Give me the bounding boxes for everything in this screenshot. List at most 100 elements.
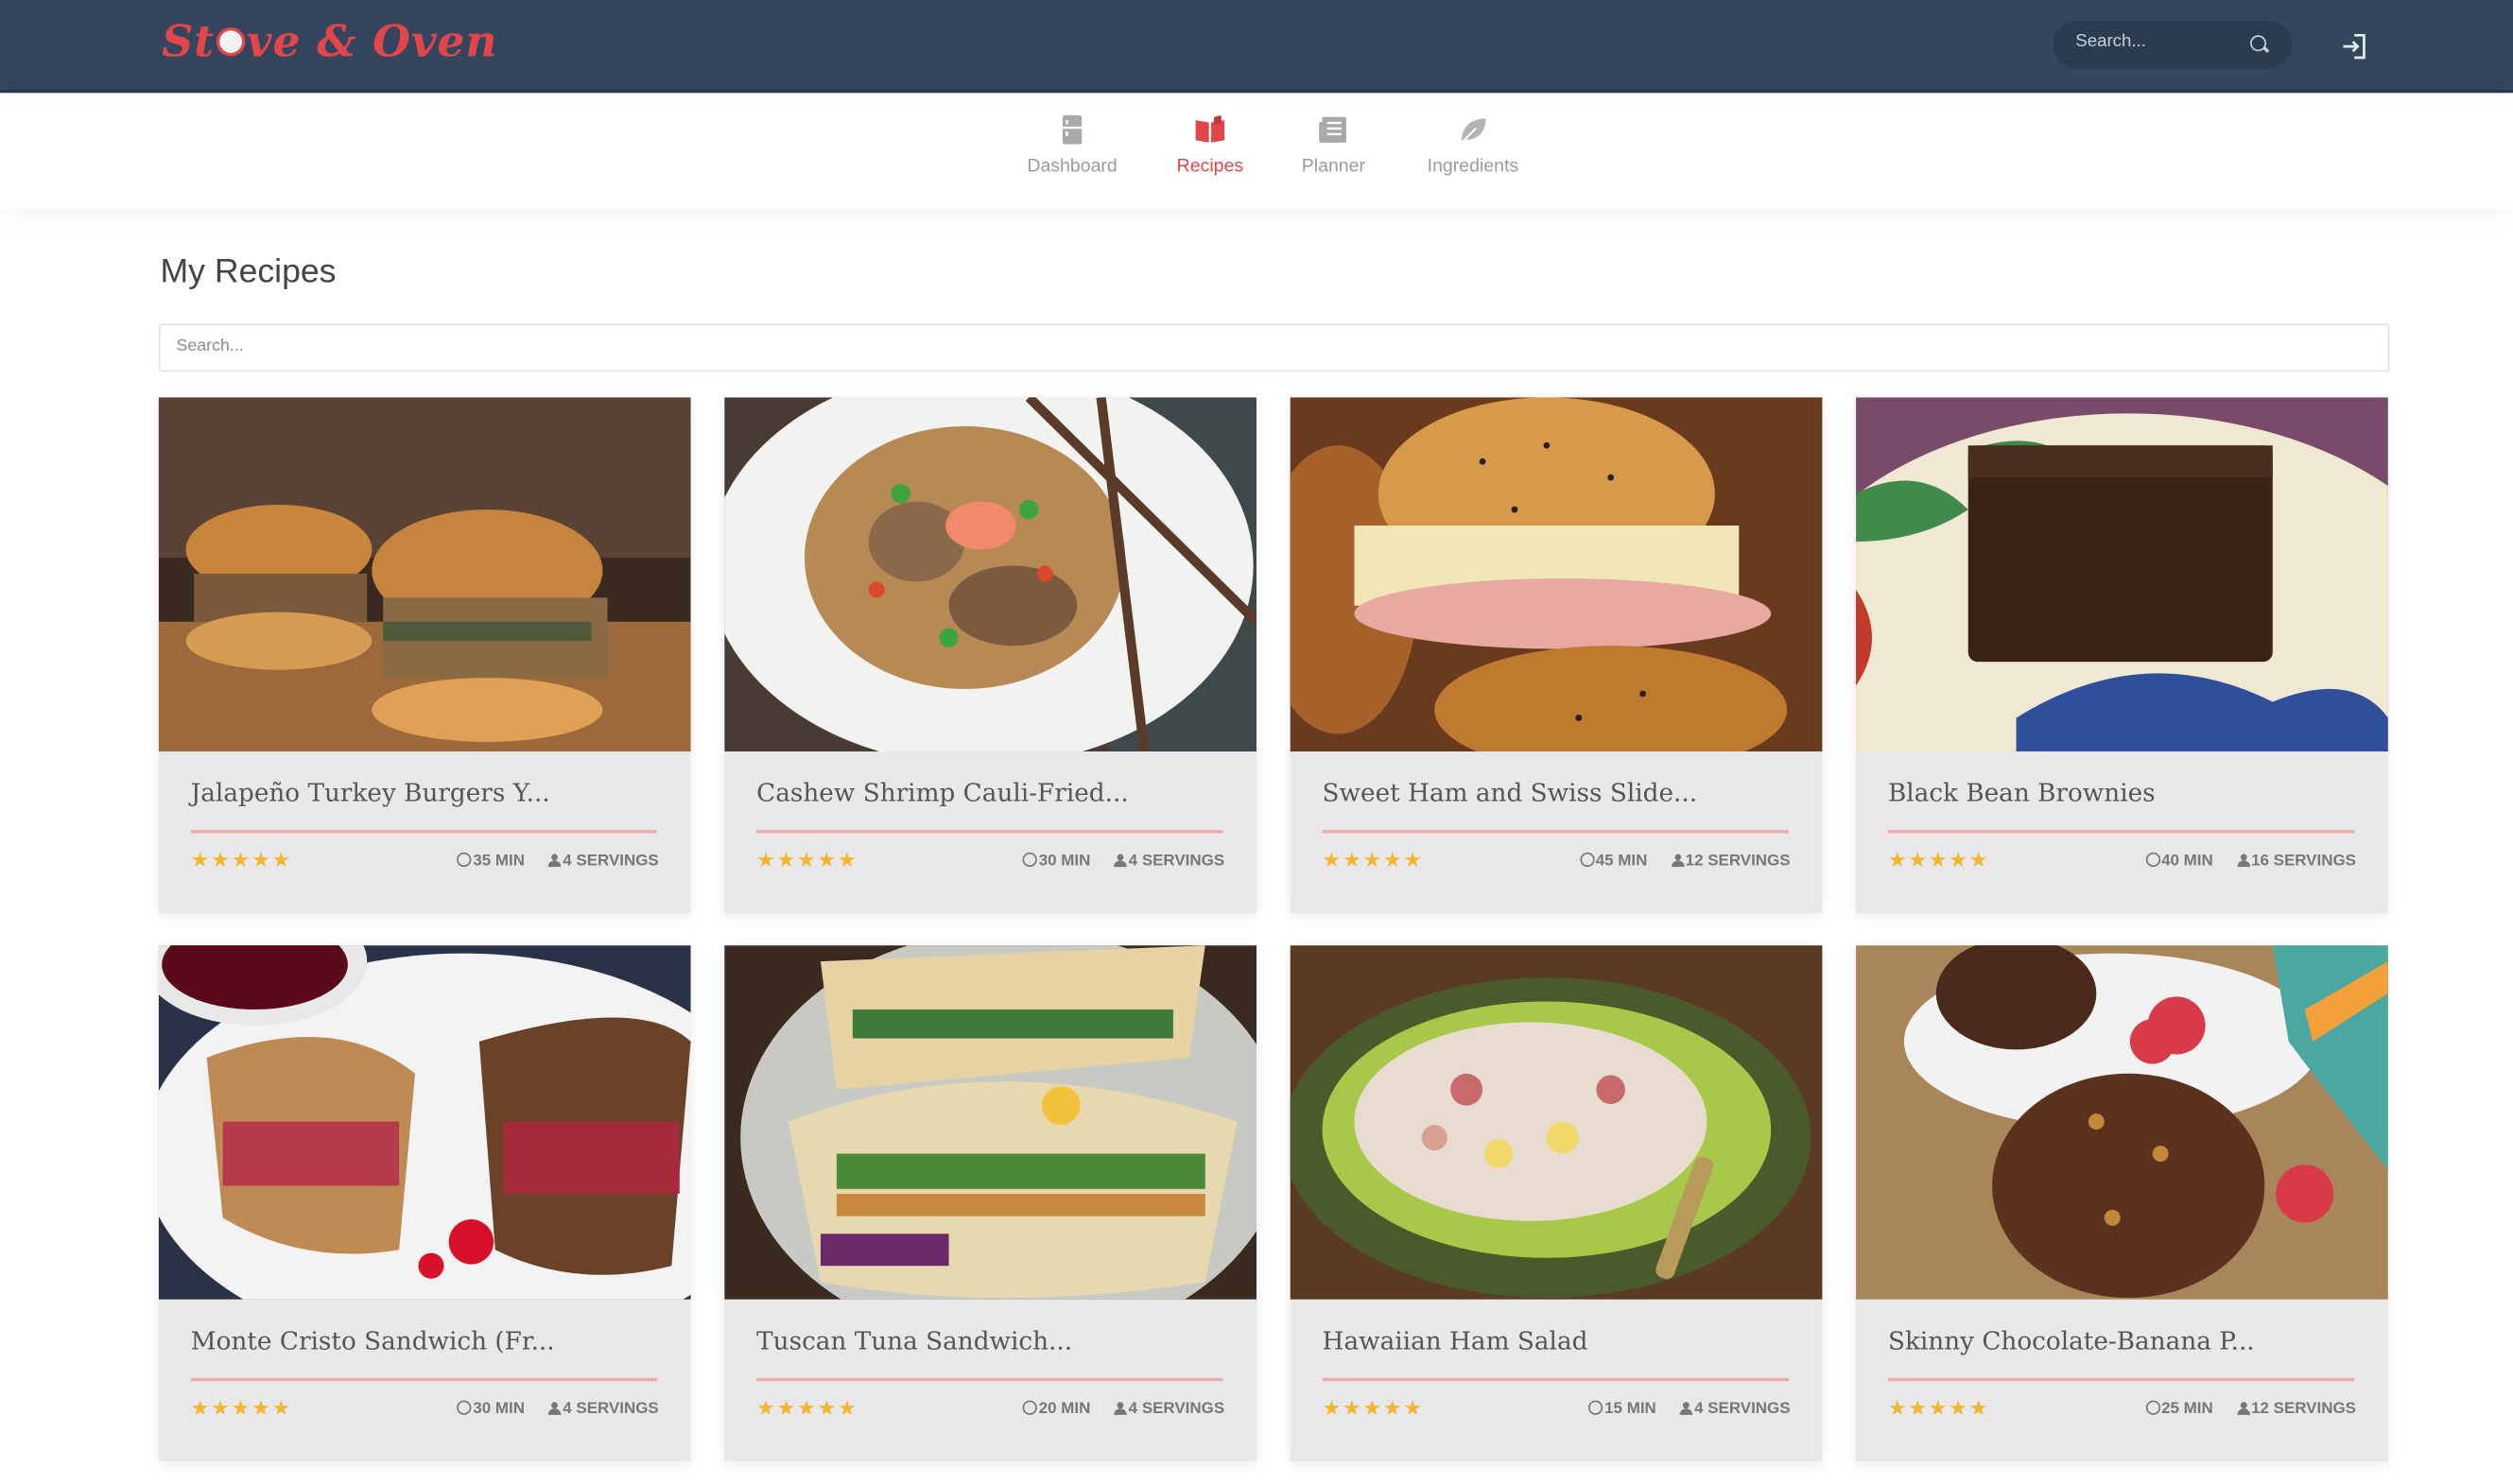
servings: 12 SERVINGS: [1671, 853, 1791, 870]
recipe-title[interactable]: Cashew Shrimp Cauli-Fried...: [756, 779, 1129, 808]
recipe-title[interactable]: Jalapeño Turkey Burgers Y...: [191, 779, 550, 808]
clock-icon: [1022, 852, 1038, 868]
servings: 4 SERVINGS: [1114, 1401, 1224, 1418]
recipe-meta: 45 MIN 12 SERVINGS: [1560, 852, 1791, 870]
recipe-meta: 25 MIN 12 SERVINGS: [2126, 1400, 2356, 1418]
recipe-title[interactable]: Skinny Chocolate-Banana P...: [1888, 1327, 2255, 1356]
clock-icon: [1022, 1400, 1038, 1415]
prep-time: 25 MIN: [2145, 1400, 2213, 1418]
divider: [1322, 830, 1789, 834]
rating-stars: ★★★★★: [1322, 847, 1424, 872]
rating-stars: ★★★★★: [190, 1395, 293, 1420]
nav-item-ingredients[interactable]: Ingredients: [1417, 112, 1530, 177]
header-search-input[interactable]: [2075, 31, 2236, 52]
recipe-search-input[interactable]: [176, 336, 1138, 356]
recipe-meta: 20 MIN 4 SERVINGS: [1003, 1400, 1224, 1418]
recipe-title[interactable]: Monte Cristo Sandwich (Fr...: [191, 1327, 555, 1356]
recipe-card[interactable]: Tuscan Tuna Sandwich... ★★★★★ 20 MIN 4 S…: [724, 945, 1257, 1462]
rating-stars: ★★★★★: [756, 847, 858, 872]
newspaper-icon: [1319, 116, 1346, 143]
recipe-photo: [1856, 397, 2388, 752]
clock-icon: [2145, 1400, 2160, 1415]
prep-time: 30 MIN: [1022, 852, 1090, 870]
divider: [1887, 1377, 2355, 1382]
user-icon: [2236, 1402, 2250, 1415]
search-icon[interactable]: [2250, 35, 2267, 52]
divider: [190, 830, 658, 834]
recipe-title[interactable]: Tuscan Tuna Sandwich...: [756, 1327, 1072, 1356]
recipe-title[interactable]: Sweet Ham and Swiss Slide...: [1323, 779, 1698, 808]
divider: [1322, 1377, 1789, 1382]
recipe-card[interactable]: Sweet Ham and Swiss Slide... ★★★★★ 45 MI…: [1290, 397, 1823, 914]
recipe-title[interactable]: Hawaiian Ham Salad: [1323, 1327, 1588, 1356]
nav-item-planner[interactable]: Planner: [1295, 112, 1372, 177]
clock-icon: [457, 1400, 472, 1415]
top-bar: St ve & Oven: [0, 0, 2513, 94]
clock-icon: [1579, 852, 1595, 868]
user-icon: [2236, 854, 2250, 868]
user-icon: [1114, 854, 1127, 868]
leaf-icon: [1461, 118, 1486, 144]
user-icon: [1671, 854, 1684, 868]
user-icon: [548, 1402, 562, 1415]
stove-burner-icon: [216, 26, 246, 56]
recipe-meta: 30 MIN 4 SERVINGS: [1003, 852, 1224, 870]
rating-stars: ★★★★★: [190, 847, 293, 872]
rating-stars: ★★★★★: [1887, 1395, 1990, 1420]
clock-icon: [2145, 852, 2160, 868]
recipe-photo: [724, 397, 1257, 752]
recipe-card[interactable]: Cashew Shrimp Cauli-Fried... ★★★★★ 30 MI…: [724, 397, 1257, 914]
nav-item-label: Recipes: [1176, 157, 1244, 177]
recipe-title[interactable]: Black Bean Brownies: [1888, 779, 2156, 808]
recipe-search: [158, 323, 2390, 372]
nav-item-dashboard[interactable]: Dashboard: [1019, 112, 1125, 177]
recipe-photo: [158, 945, 691, 1300]
nav-item-recipes[interactable]: Recipes: [1169, 112, 1252, 177]
recipe-photo: [158, 397, 691, 752]
page-title: My Recipes: [160, 252, 337, 290]
recipe-photo: [1290, 397, 1823, 752]
nav-item-label: Dashboard: [1027, 157, 1118, 177]
recipe-card[interactable]: Skinny Chocolate-Banana P... ★★★★★ 25 MI…: [1856, 945, 2388, 1462]
recipe-meta: 30 MIN 4 SERVINGS: [438, 1400, 659, 1418]
recipe-photo: [1856, 945, 2388, 1300]
servings: 4 SERVINGS: [1114, 853, 1224, 870]
fridge-icon: [1062, 115, 1083, 145]
recipe-card[interactable]: Hawaiian Ham Salad ★★★★★ 15 MIN 4 SERVIN…: [1290, 945, 1823, 1462]
recipe-meta: 15 MIN 4 SERVINGS: [1569, 1400, 1791, 1418]
prep-time: 35 MIN: [457, 852, 525, 870]
divider: [1887, 830, 2355, 834]
divider: [190, 1377, 658, 1382]
recipe-card[interactable]: Jalapeño Turkey Burgers Y... ★★★★★ 35 MI…: [158, 397, 691, 914]
servings: 4 SERVINGS: [1679, 1401, 1791, 1418]
sign-in-icon[interactable]: [2340, 32, 2369, 61]
recipe-card[interactable]: Monte Cristo Sandwich (Fr... ★★★★★ 30 MI…: [158, 945, 691, 1462]
user-icon: [548, 854, 562, 868]
nav-item-label: Ingredients: [1427, 157, 1519, 177]
brand-logo[interactable]: St ve & Oven: [162, 18, 497, 68]
prep-time: 30 MIN: [457, 1400, 525, 1418]
recipe-meta: 35 MIN 4 SERVINGS: [438, 852, 659, 870]
brand-name-part2: ve & Oven: [247, 17, 498, 68]
clock-icon: [1588, 1400, 1603, 1415]
rating-stars: ★★★★★: [1322, 1395, 1424, 1420]
divider: [756, 830, 1223, 834]
nav-item-label: Planner: [1301, 157, 1365, 177]
divider: [756, 1377, 1223, 1382]
prep-time: 20 MIN: [1022, 1400, 1090, 1418]
prep-time: 45 MIN: [1579, 852, 1647, 870]
recipe-card[interactable]: Black Bean Brownies ★★★★★ 40 MIN 16 SERV…: [1856, 397, 2388, 914]
rating-stars: ★★★★★: [756, 1395, 858, 1420]
prep-time: 15 MIN: [1588, 1400, 1656, 1418]
main-nav: Dashboard Recipes Planner Ingredients: [0, 93, 2513, 209]
servings: 4 SERVINGS: [548, 1401, 659, 1418]
recipe-meta: 40 MIN 16 SERVINGS: [2126, 852, 2356, 870]
rating-stars: ★★★★★: [1887, 847, 1990, 872]
clock-icon: [457, 852, 472, 868]
recipe-photo: [1290, 945, 1823, 1300]
user-icon: [1114, 1402, 1127, 1415]
recipe-photo: [724, 945, 1257, 1300]
open-book-icon: [1195, 115, 1225, 143]
servings: 16 SERVINGS: [2236, 853, 2356, 870]
user-icon: [1679, 1402, 1693, 1415]
